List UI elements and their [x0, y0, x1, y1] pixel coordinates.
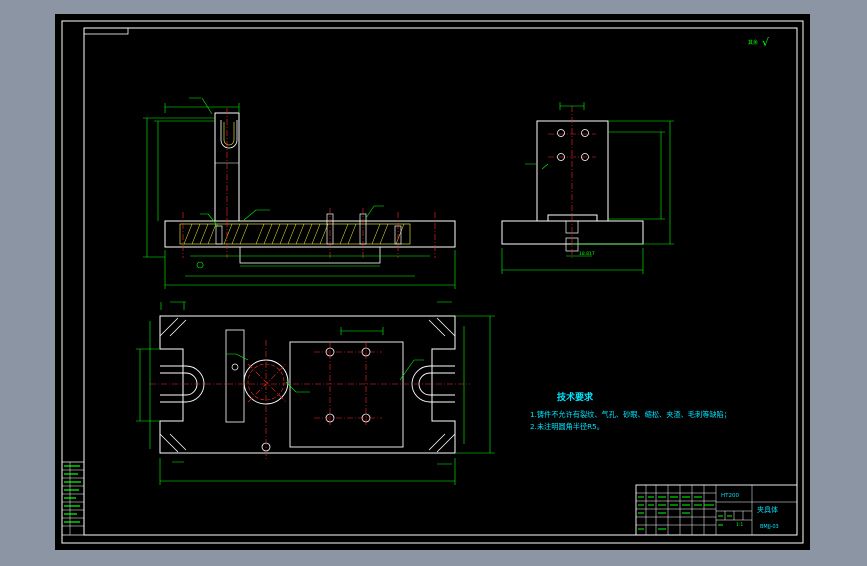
drawing-number: BMJJ-03	[760, 524, 779, 530]
tech-item-1: 1.铸件不允许有裂纹、气孔、砂眼、缩松、夹渣、毛刺等缺陷；	[530, 410, 731, 419]
side-dim-label: 18.817	[579, 251, 595, 257]
roughness-note: 其余	[748, 39, 758, 46]
drawing-canvas: 其余 √ 18.817 技术要求 1.铸件不允许有裂纹、气孔、砂眼、缩松、夹渣、…	[55, 14, 810, 550]
part-name: 夹具体	[757, 505, 778, 514]
scale: 1:1	[736, 522, 743, 528]
tech-title: 技术要求	[557, 391, 594, 403]
roughness-symbol: √	[762, 36, 770, 49]
model-space	[55, 14, 810, 550]
cad-viewport: 其余 √ 18.817 技术要求 1.铸件不允许有裂纹、气孔、砂眼、缩松、夹渣、…	[0, 0, 867, 562]
material: HT200	[721, 493, 739, 499]
tech-item-2: 2.未注明圆角半径R5。	[530, 422, 604, 431]
